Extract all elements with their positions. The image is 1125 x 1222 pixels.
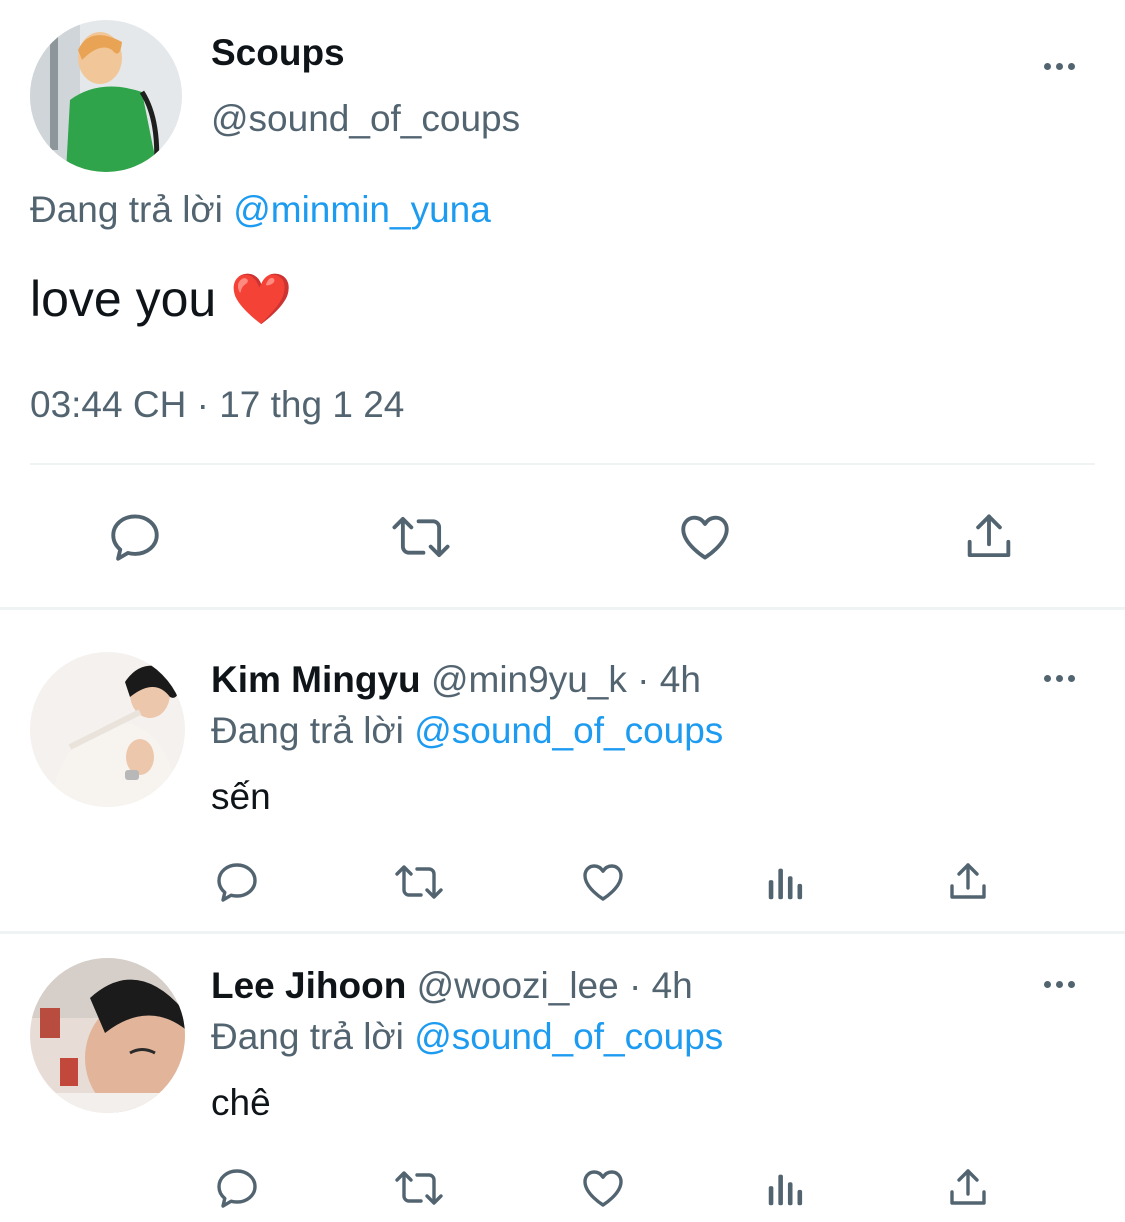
reply-prefix: Đang trả lời [30,189,223,230]
reply-prefix: Đang trả lời [211,710,404,751]
reply-icon[interactable] [213,858,261,906]
analytics-icon[interactable] [763,858,809,906]
author-handle[interactable]: @sound_of_coups [211,98,520,140]
author-handle[interactable]: @woozi_lee [417,965,619,1006]
share-icon[interactable] [960,508,1018,566]
more-options-button[interactable] [1044,981,1075,988]
tweet-text: love you ❤️ [30,271,293,327]
like-icon[interactable] [676,508,734,566]
reply-icon[interactable] [106,508,164,566]
tweet-text: chê [211,1082,271,1123]
more-options-button[interactable] [1044,63,1075,70]
like-icon[interactable] [579,1164,627,1212]
tweet-timestamp[interactable]: 03:44 CH · 17 thg 1 24 [30,384,404,426]
avatar[interactable] [30,652,185,807]
author-name[interactable]: Kim Mingyu [211,659,421,700]
section-divider [0,931,1125,934]
share-icon[interactable] [944,858,992,906]
reply-prefix: Đang trả lời [211,1016,404,1057]
author-handle[interactable]: @min9yu_k [431,659,627,700]
author-name[interactable]: Scoups [211,32,345,74]
reply-to-link[interactable]: @sound_of_coups [414,710,723,751]
reply-to-link[interactable]: @sound_of_coups [414,1016,723,1057]
tweet-text: sến [211,776,271,817]
like-icon[interactable] [579,858,627,906]
reply-icon[interactable] [213,1164,261,1212]
reply-context: Đang trả lời @sound_of_coups [211,1016,723,1058]
avatar[interactable] [30,958,185,1113]
reply-header: Lee Jihoon @woozi_lee · 4h [211,965,693,1007]
retweet-icon[interactable] [392,1164,446,1212]
more-options-button[interactable] [1044,675,1075,682]
analytics-icon[interactable] [763,1164,809,1212]
reply-context: Đang trả lời @sound_of_coups [211,710,723,752]
separator [30,463,1095,465]
reply-time[interactable]: · 4h [637,659,701,700]
section-divider [0,607,1125,610]
reply-to-link[interactable]: @minmin_yuna [233,189,491,230]
author-name[interactable]: Lee Jihoon [211,965,406,1006]
retweet-icon[interactable] [388,508,454,566]
reply-time[interactable]: · 4h [629,965,693,1006]
reply-header: Kim Mingyu @min9yu_k · 4h [211,659,701,701]
retweet-icon[interactable] [392,858,446,906]
reply-context: Đang trả lời @minmin_yuna [30,189,491,231]
share-icon[interactable] [944,1164,992,1212]
avatar[interactable] [30,20,182,172]
